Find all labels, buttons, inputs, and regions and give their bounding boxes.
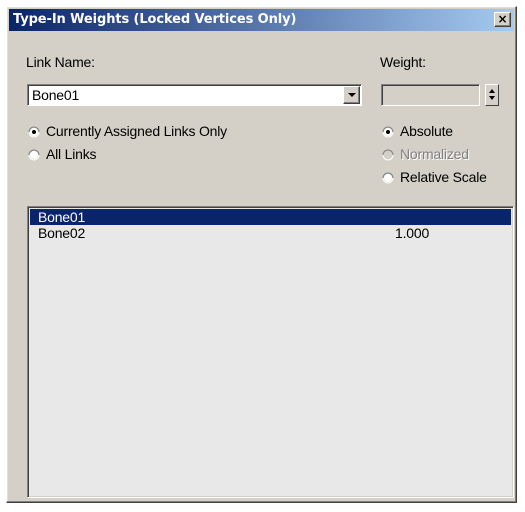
list-item[interactable]: Bone01 [30,209,511,225]
link-weight-cell: 1.000 [395,225,430,241]
type-in-weights-dialog: Type-In Weights (Locked Vertices Only) ×… [6,6,517,503]
radio-absolute[interactable] [382,126,394,138]
list-item[interactable]: Bone02 1.000 [30,225,511,241]
links-listbox[interactable]: Bone01 Bone02 1.000 [27,206,514,498]
weight-spinner[interactable] [485,84,499,106]
weight-label: Weight: [380,54,426,70]
chevron-down-icon[interactable] [343,86,360,104]
spinner-down-icon[interactable] [489,96,495,100]
close-button[interactable]: × [494,12,511,27]
radio-all-links[interactable] [28,149,40,161]
all-links-label: All Links [46,146,97,162]
title-bar[interactable]: Type-In Weights (Locked Vertices Only) × [9,9,514,31]
link-name-value: Bone01 [32,87,80,103]
weight-input[interactable] [381,84,480,106]
link-name-cell: Bone02 [38,225,86,241]
link-name-dropdown[interactable]: Bone01 [27,84,362,106]
close-icon: × [497,12,508,26]
radio-currently-assigned[interactable] [28,126,40,138]
relative-scale-label: Relative Scale [400,169,487,185]
link-name-cell: Bone01 [38,209,86,225]
normalized-label: Normalized [400,146,469,162]
window-title: Type-In Weights (Locked Vertices Only) [13,12,297,27]
link-name-label: Link Name: [26,54,95,70]
spinner-up-icon[interactable] [489,89,495,93]
currently-assigned-label: Currently Assigned Links Only [46,123,227,139]
absolute-label: Absolute [400,123,453,139]
radio-relative-scale[interactable] [382,172,394,184]
radio-normalized [382,149,394,161]
